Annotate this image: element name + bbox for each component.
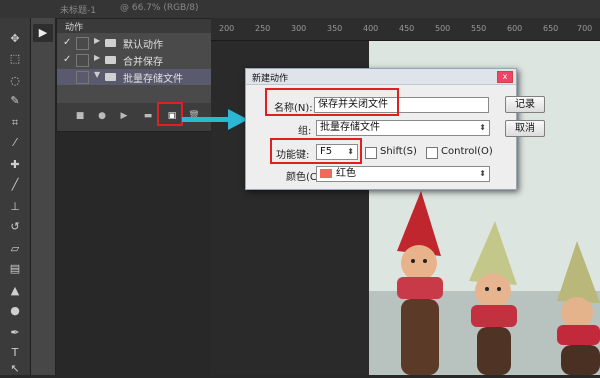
eyedropper-tool-icon[interactable]: ⁄ [5, 134, 25, 152]
action-set-row[interactable]: ✓ ▶ 默认动作 [57, 35, 211, 51]
actions-panel-header: 动作 [57, 19, 211, 33]
ruler-tick: 250 [255, 24, 271, 33]
name-field-highlight [265, 88, 399, 116]
toggle-checkmark-icon[interactable]: ✓ [63, 54, 73, 65]
action-set-row-selected[interactable]: ▼ 批量存储文件 [57, 69, 211, 85]
play-icon[interactable]: ▶ [117, 111, 131, 121]
color-select-value: 红色 [336, 168, 356, 179]
folder-icon [105, 73, 116, 81]
dialog-title-bar: 新建动作 x [246, 69, 516, 85]
ruler-tick: 550 [471, 24, 487, 33]
action-set-label: 默认动作 [123, 40, 163, 51]
marquee-tool-icon[interactable]: ⬚ [5, 50, 25, 68]
actions-panel-title[interactable]: 动作 [65, 20, 83, 33]
document-tab[interactable]: 未标题-1 [60, 3, 96, 16]
dialog-toggle-box[interactable] [76, 54, 89, 67]
ruler-tick: 450 [399, 24, 415, 33]
ruler-tick: 500 [435, 24, 451, 33]
stop-icon[interactable]: ■ [73, 111, 87, 121]
ruler-tick: 700 [577, 24, 593, 33]
ruler-tick: 650 [543, 24, 559, 33]
document-tab-bar: 未标题-1 @ 66.7% (RGB/8) [0, 0, 600, 19]
shift-checkbox[interactable] [365, 147, 377, 159]
crop-tool-icon[interactable]: ⌗ [5, 114, 25, 132]
new-set-folder-icon[interactable]: ▬ [141, 111, 155, 121]
record-icon[interactable]: ● [95, 111, 109, 121]
lasso-tool-icon[interactable]: ◌ [5, 72, 25, 90]
chevron-updown-icon: ⬍ [479, 169, 486, 178]
collapse-arrow-icon[interactable]: ▼ [94, 70, 100, 79]
folder-icon [105, 56, 116, 64]
brush-tool-icon[interactable]: ╱ [5, 176, 25, 194]
control-checkbox[interactable] [426, 147, 438, 159]
eraser-tool-icon[interactable]: ▱ [5, 240, 25, 258]
cancel-button[interactable]: 取消 [505, 120, 545, 137]
toggle-checkmark-icon[interactable]: ✓ [63, 37, 73, 48]
new-action-highlight [157, 102, 183, 126]
shift-label: Shift(S) [380, 146, 417, 157]
actions-panel-toggle-icon[interactable]: ▶ [33, 24, 53, 42]
chevron-updown-icon: ⬍ [479, 123, 486, 132]
collapsed-panel-strip: ▶ [31, 18, 56, 375]
dialog-title: 新建动作 [252, 74, 289, 84]
ruler-tick: 400 [363, 24, 379, 33]
gradient-tool-icon[interactable]: ▤ [5, 260, 25, 278]
folder-icon [105, 39, 116, 47]
set-select[interactable]: 批量存储文件 ⬍ [316, 120, 490, 136]
ruler-tick: 350 [327, 24, 343, 33]
color-swatch [320, 168, 332, 178]
record-button[interactable]: 记录 [505, 96, 545, 113]
ruler-tick: 600 [507, 24, 523, 33]
ruler-tick: 300 [291, 24, 307, 33]
new-action-dialog: 新建动作 x 名称(N): 保存并关闭文件 组: 批量存储文件 ⬍ 功能键: F… [245, 68, 517, 190]
pen-tool-icon[interactable]: ✒ [5, 324, 25, 342]
blur-tool-icon[interactable]: ▲ [5, 282, 25, 300]
ruler-tick: 200 [219, 24, 235, 33]
history-brush-tool-icon[interactable]: ↺ [5, 218, 25, 236]
tools-panel: ✥ ⬚ ◌ ✎ ⌗ ⁄ ✚ ╱ ⊥ ↺ ▱ ▤ ▲ ● ✒ T ↖ [0, 18, 31, 375]
dialog-toggle-box[interactable] [76, 37, 89, 50]
pointer-arrow-icon [182, 109, 248, 130]
path-select-tool-icon[interactable]: ↖ [5, 360, 25, 378]
control-label: Control(O) [441, 146, 493, 157]
move-tool-icon[interactable]: ✥ [5, 30, 25, 48]
stamp-tool-icon[interactable]: ⊥ [5, 198, 25, 216]
dialog-toggle-box[interactable] [76, 71, 89, 84]
close-icon[interactable]: x [497, 71, 513, 83]
action-set-label: 批量存储文件 [123, 74, 183, 85]
expand-arrow-icon[interactable]: ▶ [94, 53, 100, 62]
set-label: 组: [298, 126, 312, 137]
function-key-highlight [270, 138, 362, 164]
expand-arrow-icon[interactable]: ▶ [94, 36, 100, 45]
action-set-label: 合并保存 [123, 57, 163, 68]
quick-select-tool-icon[interactable]: ✎ [5, 92, 25, 110]
dodge-tool-icon[interactable]: ● [5, 302, 25, 320]
color-select[interactable]: 红色 ⬍ [316, 166, 490, 182]
set-select-value: 批量存储文件 [320, 122, 380, 133]
document-tab-zoom: @ 66.7% (RGB/8) [120, 3, 199, 13]
healing-brush-tool-icon[interactable]: ✚ [5, 156, 25, 174]
action-set-row[interactable]: ✓ ▶ 合并保存 [57, 52, 211, 68]
horizontal-ruler: 200 250 300 350 400 450 500 550 600 650 … [211, 18, 600, 41]
